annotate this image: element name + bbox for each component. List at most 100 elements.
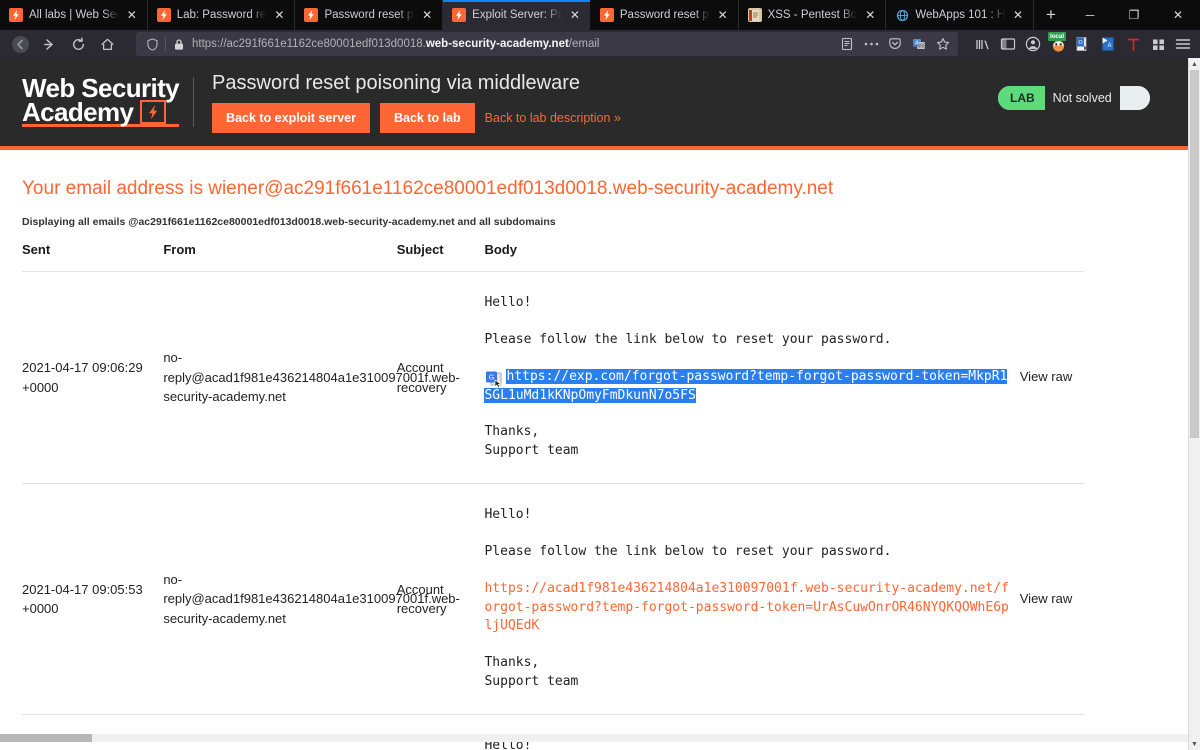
tab-title: All labs | Web Security xyxy=(29,9,119,21)
burp-icon xyxy=(599,8,614,22)
email-body: Hello! Please follow the link below to r… xyxy=(484,271,1020,485)
reload-button[interactable] xyxy=(64,32,93,56)
back-to-exploit-server-button[interactable]: Back to exploit server xyxy=(212,102,370,133)
lab-status-knob xyxy=(1120,86,1150,110)
browser-toolbar-icons: local O A xyxy=(962,32,1194,55)
vertical-scrollbar[interactable]: ▲ ▼ xyxy=(1188,58,1200,750)
emails-table-head: Sent From Subject Body xyxy=(22,242,1084,272)
tab-title: Lab: Password reset po xyxy=(176,9,267,21)
forward-button[interactable] xyxy=(35,32,64,56)
tab-close-icon[interactable]: ✕ xyxy=(716,8,730,22)
svg-text:G: G xyxy=(489,372,495,381)
email-signoff: Thanks, Support team xyxy=(484,423,1009,461)
browser-tab-1[interactable]: All labs | Web Security ✕ xyxy=(0,0,148,30)
browser-tab-7[interactable]: WebApps 101 : HTTP? ✕ xyxy=(886,0,1035,30)
logo-line-2-row: Academy xyxy=(22,96,180,128)
tab-close-icon[interactable]: ✕ xyxy=(420,8,434,22)
email-signoff-line-2: Support team xyxy=(484,443,579,459)
column-header-body: Body xyxy=(484,242,1084,272)
padlock-icon[interactable] xyxy=(169,35,189,53)
navigation-toolbar: https://ac291f661e1162ce80001edf013d0018… xyxy=(0,30,1200,58)
horizontal-scrollbar[interactable] xyxy=(0,734,1188,742)
url-bar[interactable]: https://ac291f661e1162ce80001edf013d0018… xyxy=(136,32,958,56)
lab-title: Password reset poisoning via middleware xyxy=(212,71,581,94)
email-client-content: Your email address is wiener@ac291f661e1… xyxy=(0,150,1188,750)
tab-title: WebApps 101 : HTTP? xyxy=(915,9,1006,21)
browser-tab-2[interactable]: Lab: Password reset po ✕ xyxy=(147,0,296,30)
tab-strip: All labs | Web Security ✕ Lab: Password … xyxy=(0,0,1200,30)
horizontal-scrollbar-thumb[interactable] xyxy=(0,734,92,742)
email-signoff-line-2: Support team xyxy=(484,674,579,690)
translate-icon[interactable]: A\u6587 xyxy=(908,34,930,54)
email-intro: Please follow the link below to reset yo… xyxy=(484,543,892,559)
extensions-grid-icon[interactable] xyxy=(1147,33,1169,55)
extension-icon-3[interactable]: A xyxy=(1097,33,1119,55)
browser-tab-5[interactable]: Password reset poison ✕ xyxy=(590,0,739,30)
hamburger-menu-icon[interactable] xyxy=(1172,33,1194,55)
column-header-sent: Sent xyxy=(22,242,164,272)
minimize-button[interactable]: ─ xyxy=(1068,0,1112,30)
view-raw-link[interactable]: View raw xyxy=(1019,271,1084,485)
email-subject: Account recovery xyxy=(396,483,485,715)
sidebar-icon[interactable] xyxy=(997,33,1019,55)
tab-close-icon[interactable]: ✕ xyxy=(272,8,286,22)
book-icon xyxy=(747,8,762,22)
tab-title: Password reset poison xyxy=(619,9,710,21)
globe-icon xyxy=(895,8,909,22)
email-intro: Please follow the link below to reset yo… xyxy=(484,331,892,347)
new-tab-button[interactable]: + xyxy=(1034,0,1068,30)
account-icon[interactable] xyxy=(1022,33,1044,55)
email-signoff-line-1: Thanks, xyxy=(484,655,540,671)
logo-line-2: Academy xyxy=(22,96,134,127)
burp-extension-icon[interactable]: local xyxy=(1047,32,1069,55)
library-icon[interactable] xyxy=(972,33,994,55)
maximize-button[interactable]: ❐ xyxy=(1112,0,1156,30)
tab-title: XSS - Pentest Book xyxy=(767,9,858,21)
tab-close-icon[interactable]: ✕ xyxy=(568,8,582,22)
url-prefix: https://ac291f661e1162ce80001edf013d0018… xyxy=(192,38,426,50)
url-text[interactable]: https://ac291f661e1162ce80001edf013d0018… xyxy=(189,38,836,50)
extension-icon-t[interactable] xyxy=(1122,33,1144,55)
lab-status-text: Not solved xyxy=(1044,86,1120,110)
browser-tab-6[interactable]: XSS - Pentest Book ✕ xyxy=(738,0,887,30)
url-divider xyxy=(165,37,166,51)
view-raw-link[interactable]: View raw xyxy=(1019,483,1084,715)
email-signoff: Thanks, Support team xyxy=(484,654,1009,692)
url-domain: web-security-academy.net xyxy=(425,38,569,50)
window-close-button[interactable]: ✕ xyxy=(1156,0,1200,30)
star-icon[interactable] xyxy=(932,34,954,54)
pocket-icon[interactable] xyxy=(884,34,906,54)
tab-close-icon[interactable]: ✕ xyxy=(1011,8,1025,22)
email-subheading: Displaying all emails @ac291f661e1162ce8… xyxy=(22,216,556,228)
page-actions-icon[interactable] xyxy=(860,34,882,54)
tab-close-icon[interactable]: ✕ xyxy=(125,8,139,22)
email-from: no-reply@acad1f981e436214804a1e310097001… xyxy=(163,271,460,485)
scroll-down-arrow[interactable]: ▼ xyxy=(1189,738,1200,750)
browser-tab-4-active[interactable]: Exploit Server: Passwor ✕ xyxy=(443,0,591,30)
email-from: no-reply@acad1f981e436214804a1e310097001… xyxy=(163,483,460,715)
home-button[interactable] xyxy=(93,32,122,56)
table-row: 2021-04-17 09:05:53 +0000 no-reply@acad1… xyxy=(22,483,1084,715)
lab-status-widget[interactable]: LAB Not solved xyxy=(998,86,1150,110)
site-logo[interactable]: Web Security Academy xyxy=(0,75,195,128)
reader-view-icon[interactable] xyxy=(836,34,858,54)
browser-tab-3[interactable]: Password reset poison ✕ xyxy=(295,0,444,30)
reset-password-link[interactable]: https://acad1f981e436214804a1e310097001f… xyxy=(484,581,1008,634)
back-to-lab-button[interactable]: Back to lab xyxy=(379,102,475,133)
view-raw-link[interactable] xyxy=(1019,714,1084,750)
shield-icon[interactable] xyxy=(142,35,162,53)
email-sent xyxy=(22,714,164,750)
email-link-wrap: G https://exp.com/forgot-password?temp-f… xyxy=(484,368,1009,406)
extension-icon-2[interactable]: O xyxy=(1072,33,1094,55)
reset-password-link[interactable]: https://exp.com/forgot-password?temp-for… xyxy=(484,368,1008,403)
tab-close-icon[interactable]: ✕ xyxy=(863,8,877,22)
back-to-lab-description-link[interactable]: Back to lab description » xyxy=(485,111,621,125)
back-button[interactable] xyxy=(6,32,35,56)
table-row: Hello! xyxy=(22,714,1084,750)
site-header: Web Security Academy Password reset pois… xyxy=(0,58,1188,150)
vertical-scrollbar-thumb[interactable] xyxy=(1190,70,1199,438)
email-body: Hello! Please follow the link below to r… xyxy=(484,483,1020,715)
lab-badge: LAB xyxy=(998,86,1045,110)
email-sent: 2021-04-17 09:06:29 +0000 xyxy=(22,271,164,485)
scroll-up-arrow[interactable]: ▲ xyxy=(1189,58,1200,70)
